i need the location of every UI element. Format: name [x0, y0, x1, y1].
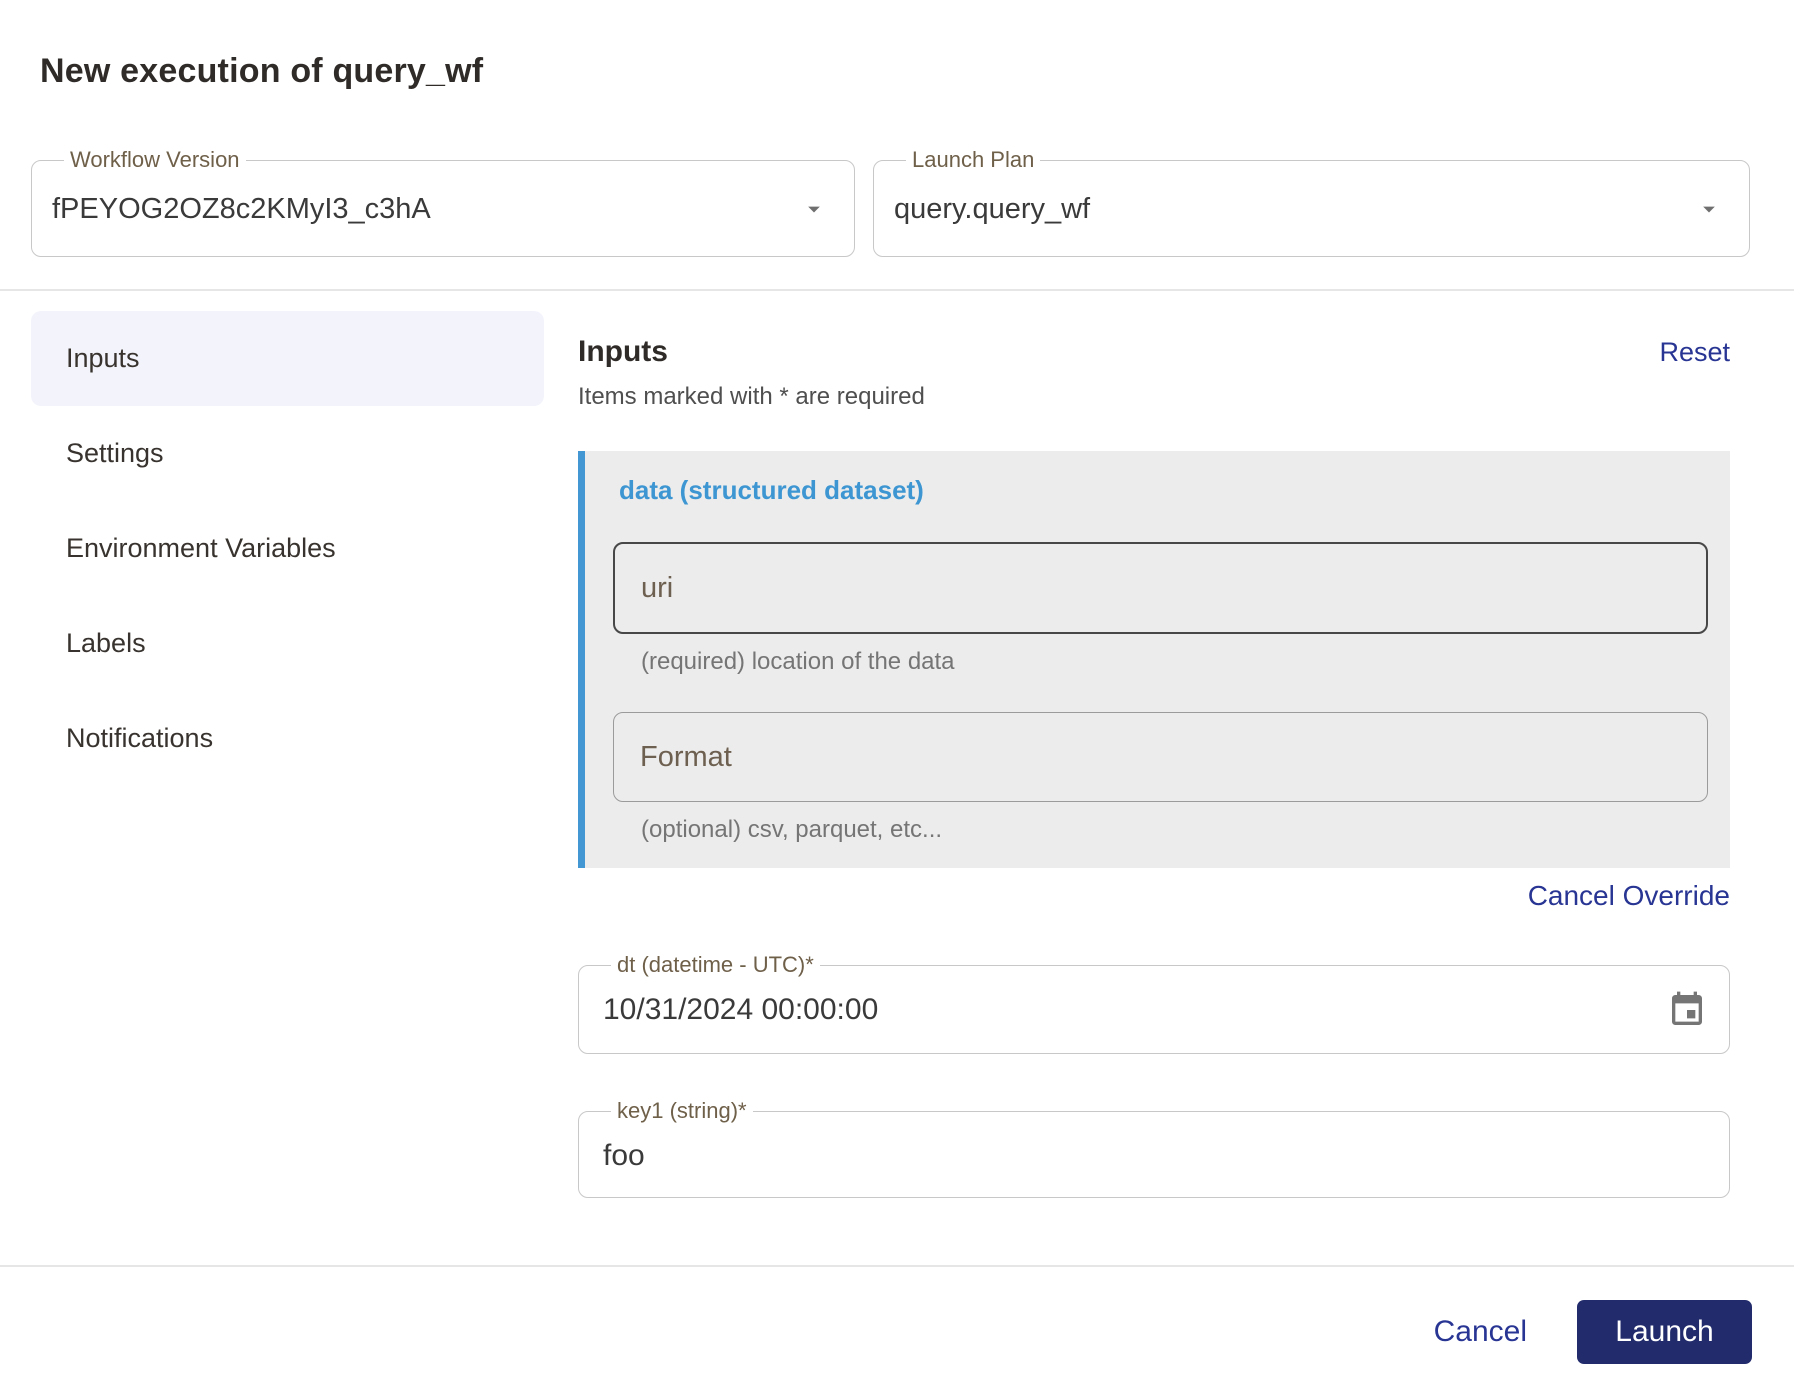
sidebar-item-settings[interactable]: Settings	[31, 406, 544, 501]
workflow-version-label: Workflow Version	[64, 147, 246, 173]
selectors-row: Workflow Version fPEYOG2OZ8c2KMyI3_c3hA …	[31, 147, 1750, 257]
dt-field-inner	[599, 978, 1709, 1042]
launch-plan-inner: query.query_wf	[894, 173, 1729, 245]
inputs-panel: Inputs Reset Items marked with * are req…	[578, 291, 1794, 1265]
key1-field-label: key1 (string)*	[611, 1098, 753, 1124]
sidebar-item-label: Labels	[66, 628, 146, 659]
chevron-down-icon	[1695, 195, 1723, 223]
dialog-body: Inputs Settings Environment Variables La…	[0, 291, 1794, 1265]
launch-button[interactable]: Launch	[1577, 1300, 1752, 1364]
sidebar-item-inputs[interactable]: Inputs	[31, 311, 544, 406]
dialog-footer: Cancel Launch	[0, 1265, 1794, 1396]
dt-field-label: dt (datetime - UTC)*	[611, 952, 820, 978]
reset-button[interactable]: Reset	[1659, 337, 1730, 368]
inputs-header: Inputs Reset	[578, 335, 1730, 369]
uri-helper-text: (required) location of the data	[641, 648, 1708, 676]
workflow-version-value: fPEYOG2OZ8c2KMyI3_c3hA	[52, 193, 431, 226]
sidebar-item-label: Settings	[66, 438, 164, 469]
key1-field: key1 (string)*	[578, 1098, 1730, 1198]
cancel-override-button[interactable]: Cancel Override	[1528, 880, 1730, 911]
sidebar: Inputs Settings Environment Variables La…	[0, 291, 578, 1265]
new-execution-dialog: New execution of query_wf Workflow Versi…	[0, 0, 1794, 1396]
calendar-picker-button[interactable]	[1665, 988, 1709, 1032]
dataset-label: data (structured dataset)	[619, 475, 1708, 506]
inputs-title: Inputs	[578, 335, 668, 369]
sidebar-item-environment-variables[interactable]: Environment Variables	[31, 501, 544, 596]
key1-field-inner	[599, 1124, 1709, 1188]
sidebar-item-notifications[interactable]: Notifications	[31, 691, 544, 786]
cancel-button[interactable]: Cancel	[1434, 1315, 1527, 1349]
key1-input[interactable]	[599, 1139, 1709, 1173]
required-note: Items marked with * are required	[578, 383, 1730, 411]
launch-plan-value: query.query_wf	[894, 193, 1090, 226]
cancel-override-row: Cancel Override	[578, 880, 1730, 912]
dataset-override-box: data (structured dataset) (required) loc…	[578, 451, 1730, 868]
sidebar-item-label: Environment Variables	[66, 533, 336, 564]
chevron-down-icon	[800, 195, 828, 223]
launch-plan-select[interactable]: Launch Plan query.query_wf	[873, 147, 1750, 257]
dialog-title: New execution of query_wf	[40, 52, 1794, 91]
dt-input[interactable]	[599, 993, 1665, 1027]
launch-plan-label: Launch Plan	[906, 147, 1040, 173]
workflow-version-select[interactable]: Workflow Version fPEYOG2OZ8c2KMyI3_c3hA	[31, 147, 855, 257]
format-helper-text: (optional) csv, parquet, etc...	[641, 816, 1708, 844]
sidebar-item-label: Notifications	[66, 723, 213, 754]
dt-field: dt (datetime - UTC)*	[578, 952, 1730, 1054]
sidebar-item-labels[interactable]: Labels	[31, 596, 544, 691]
workflow-version-inner: fPEYOG2OZ8c2KMyI3_c3hA	[52, 173, 834, 245]
calendar-icon	[1667, 990, 1707, 1030]
uri-input[interactable]	[613, 542, 1708, 634]
sidebar-item-label: Inputs	[66, 343, 140, 374]
format-input[interactable]	[613, 712, 1708, 802]
